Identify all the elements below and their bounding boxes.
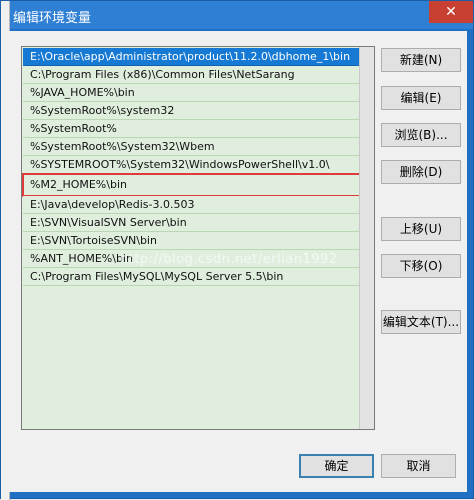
list-item-label: %M2_HOME%\bin xyxy=(30,178,127,191)
edit-button[interactable]: 编辑(E) xyxy=(381,86,461,110)
cancel-button[interactable]: 取消 xyxy=(381,454,456,478)
watermark: http://blog.csdn.net/erlian1992 xyxy=(120,252,338,267)
browse-button[interactable]: 浏览(B)... xyxy=(381,123,461,147)
title-bar[interactable]: 编辑环境变量 ✕ xyxy=(1,1,473,29)
list-item[interactable]: E:\SVN\VisualSVN Server\bin xyxy=(23,214,363,232)
list-item-label: %SystemRoot%\system32 xyxy=(30,104,175,117)
list-item[interactable]: %SystemRoot% xyxy=(23,120,363,138)
env-edit-window: 编辑环境变量 ✕ E:\Oracle\app\Administrator\pro… xyxy=(0,0,474,500)
new-button[interactable]: 新建(N) xyxy=(381,48,461,72)
path-list[interactable]: E:\Oracle\app\Administrator\product\11.2… xyxy=(21,46,375,430)
list-item[interactable]: E:\Oracle\app\Administrator\product\11.2… xyxy=(23,48,363,66)
move-down-button[interactable]: 下移(O) xyxy=(381,254,461,278)
list-item-label: %SYSTEMROOT%\System32\WindowsPowerShell\… xyxy=(30,158,330,171)
window-title: 编辑环境变量 xyxy=(13,11,92,26)
list-item[interactable]: %SystemRoot%\System32\Wbem xyxy=(23,138,363,156)
list-item[interactable]: C:\Program Files\MySQL\MySQL Server 5.5\… xyxy=(23,268,363,286)
list-item[interactable]: %JAVA_HOME%\bin xyxy=(23,84,363,102)
list-item-label: %SystemRoot% xyxy=(30,122,117,135)
list-item-label: %JAVA_HOME%\bin xyxy=(30,86,135,99)
list-item[interactable]: %SystemRoot%\system32 xyxy=(23,102,363,120)
list-item-label: C:\Program Files\MySQL\MySQL Server 5.5\… xyxy=(30,270,284,283)
close-button[interactable]: ✕ xyxy=(429,1,473,23)
close-icon: ✕ xyxy=(445,4,457,20)
list-item-label: E:\SVN\TortoiseSVN\bin xyxy=(30,234,157,247)
list-item[interactable]: E:\SVN\TortoiseSVN\bin xyxy=(23,232,363,250)
list-item-highlighted[interactable]: %M2_HOME%\bin xyxy=(22,173,364,197)
list-item[interactable]: E:\Java\develop\Redis-3.0.503 xyxy=(23,196,363,214)
list-item[interactable]: C:\Program Files (x86)\Common Files\NetS… xyxy=(23,66,363,84)
list-item-label: C:\Program Files (x86)\Common Files\NetS… xyxy=(30,68,295,81)
ok-button[interactable]: 确定 xyxy=(299,454,374,478)
edit-text-button[interactable]: 编辑文本(T)... xyxy=(381,310,461,334)
list-item[interactable]: %SYSTEMROOT%\System32\WindowsPowerShell\… xyxy=(23,156,363,174)
list-item-label: %ANT_HOME%\bin xyxy=(30,252,133,265)
list-item-label: %SystemRoot%\System32\Wbem xyxy=(30,140,215,153)
list-scrollbar[interactable] xyxy=(359,47,374,429)
move-up-button[interactable]: 上移(U) xyxy=(381,217,461,241)
delete-button[interactable]: 删除(D) xyxy=(381,160,461,184)
list-item-label: E:\Oracle\app\Administrator\product\11.2… xyxy=(30,50,351,63)
list-item-label: E:\SVN\VisualSVN Server\bin xyxy=(30,216,187,229)
list-item-label: E:\Java\develop\Redis-3.0.503 xyxy=(30,198,195,211)
